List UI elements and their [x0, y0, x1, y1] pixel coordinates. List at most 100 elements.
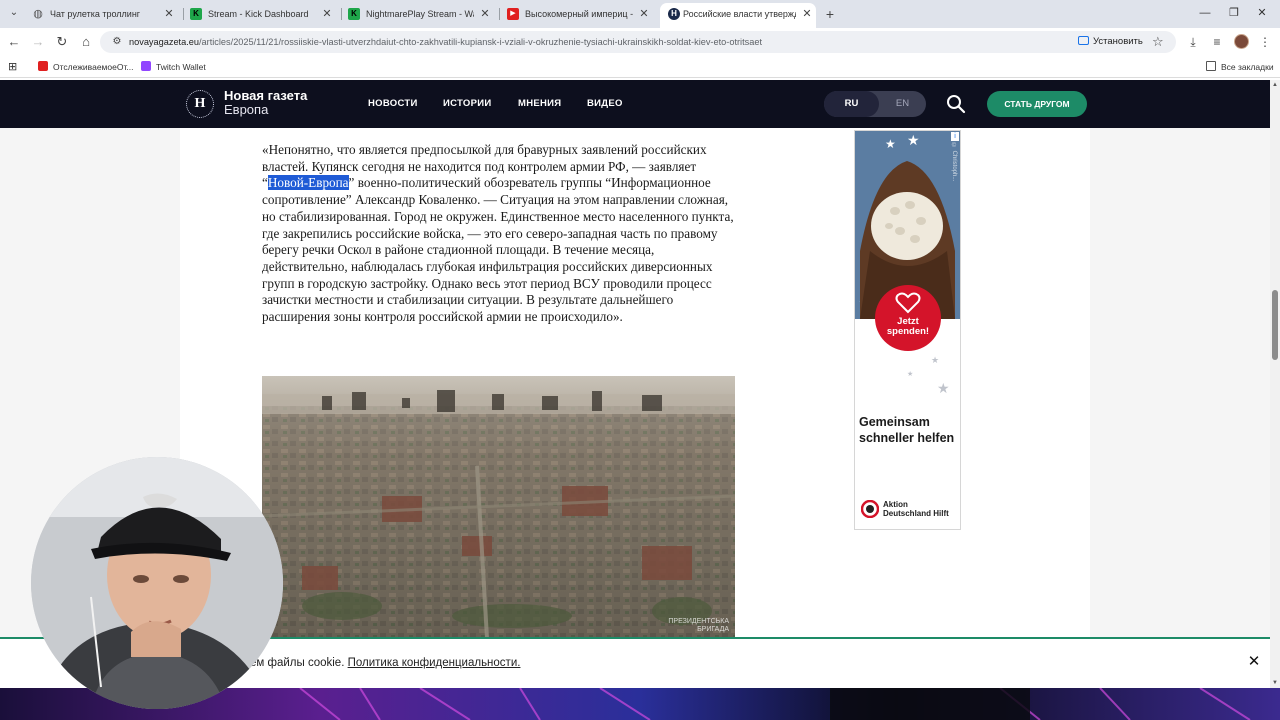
youtube-icon: ▶: [507, 8, 519, 20]
browser-tab-strip: ⌄ ◍ Чат рулетка троллинг ✕ K Stream - Ki…: [0, 0, 1280, 28]
site-info-tune-icon[interactable]: ⚙: [110, 35, 124, 49]
tab-divider: [183, 8, 184, 20]
browser-menu-kebab-icon[interactable]: ⋮: [1257, 34, 1273, 50]
kick-icon: K: [348, 8, 360, 20]
tab-title: Высокомерный империц - Сер: [525, 9, 633, 19]
heart-icon: [895, 292, 921, 314]
reload-icon[interactable]: ↻: [54, 34, 70, 50]
url-host: novayagazeta.eu: [129, 37, 199, 47]
install-label: Установить: [1093, 36, 1143, 47]
charity-advertisement[interactable]: ★ ★ ★ © Christoph... i Jetzt spenden! ★ …: [854, 130, 961, 530]
site-header: Н Новая газета Европа НОВОСТИ ИСТОРИИ МН…: [0, 80, 1270, 128]
home-icon[interactable]: ⌂: [78, 34, 94, 50]
tab-search-chevron-icon[interactable]: ⌄: [6, 5, 22, 21]
bookmarks-bar: ⊞ ОтслеживаемоеОт... Twitch Wallet Все з…: [0, 56, 1280, 78]
all-bookmarks-label: Все закладки: [1221, 62, 1274, 72]
forward-arrow-icon[interactable]: →: [30, 34, 46, 50]
url-text[interactable]: novayagazeta.eu/articles/2025/11/21/ross…: [129, 31, 1029, 53]
ad-stars-decoration: ★ ★ ★: [907, 356, 950, 397]
folder-icon: [1206, 61, 1216, 71]
svg-text:★: ★: [885, 137, 896, 151]
svg-text:★: ★: [907, 370, 913, 378]
youtube-icon: [38, 61, 48, 71]
tab-title: NightmarePlay Stream - Watch: [366, 9, 474, 19]
aerial-ruins-image: [262, 376, 735, 638]
apps-grid-icon[interactable]: ⊞: [8, 59, 17, 75]
page-scrollbar[interactable]: ▲ ▼: [1270, 80, 1280, 688]
aktion-logo-icon: [861, 500, 879, 518]
tab-close-icon[interactable]: ✕: [162, 4, 176, 24]
tab-title: Российские власти утвержда: [683, 9, 796, 19]
svg-text:★: ★: [937, 381, 950, 397]
tab-title: Stream - Kick Dashboard: [208, 9, 309, 19]
webcam-person-image: [31, 457, 283, 709]
tab-close-icon[interactable]: ✕: [478, 4, 492, 24]
cookie-text: ем файлы cookie.: [250, 657, 348, 669]
lang-en-button[interactable]: EN: [879, 91, 926, 117]
browser-tab[interactable]: K NightmarePlay Stream - Watch ✕: [348, 4, 494, 24]
cookie-close-icon[interactable]: ✕: [1246, 654, 1262, 670]
site-logo-mark[interactable]: Н: [186, 90, 214, 118]
tab-title: Чат рулетка троллинг: [50, 9, 141, 19]
photo-credit: ПРЕЗИДЕНТСЬКА БРИГАДА: [668, 618, 729, 633]
restore-icon[interactable]: ❐: [1222, 4, 1246, 22]
reading-list-icon[interactable]: ≡: [1209, 34, 1225, 50]
article-photo-destroyed-city[interactable]: ПРЕЗИДЕНТСЬКА БРИГАДА: [262, 376, 735, 638]
bookmark-item[interactable]: ОтслеживаемоеОт...: [38, 59, 134, 75]
install-monitor-icon: [1078, 36, 1089, 45]
scroll-down-arrow-icon[interactable]: ▼: [1270, 678, 1280, 688]
kick-icon: K: [190, 8, 202, 20]
tab-divider: [499, 8, 500, 20]
ad-brand-logo: Aktion Deutschland Hilft: [861, 499, 957, 519]
new-tab-plus-icon[interactable]: +: [823, 4, 837, 24]
site-logo-subtitle[interactable]: Европа: [224, 102, 268, 117]
globe-icon: ◍: [33, 8, 43, 20]
tab-close-icon[interactable]: ✕: [800, 3, 814, 25]
bookmark-label: Twitch Wallet: [156, 62, 206, 72]
search-icon[interactable]: [946, 94, 966, 114]
tab-close-icon[interactable]: ✕: [320, 4, 334, 24]
privacy-policy-link[interactable]: Политика конфиденциальности.: [348, 657, 521, 669]
lang-ru-button[interactable]: RU: [824, 91, 879, 117]
nav-video[interactable]: ВИДЕО: [587, 97, 623, 111]
install-app-button[interactable]: Установить: [1078, 34, 1143, 50]
minimize-icon[interactable]: —: [1193, 4, 1217, 22]
become-friend-button[interactable]: СТАТЬ ДРУГОМ: [987, 91, 1087, 117]
browser-tab-active[interactable]: Н Российские власти утвержда ✕: [660, 3, 816, 28]
page-margin-right: [1090, 128, 1270, 688]
svg-text:★: ★: [907, 133, 920, 149]
tab-divider: [341, 8, 342, 20]
profile-avatar[interactable]: [1234, 34, 1249, 49]
window-close-icon[interactable]: ✕: [1250, 4, 1274, 22]
download-icon[interactable]: ⤓: [1185, 34, 1201, 50]
article-paragraph: «Непонятно, что является предпосылкой дл…: [262, 142, 738, 326]
address-bar[interactable]: ⚙ novayagazeta.eu/articles/2025/11/21/ro…: [100, 31, 1176, 53]
site-logo-title[interactable]: Новая газета: [224, 88, 307, 103]
browser-toolbar: ← → ↻ ⌂ ⚙ novayagazeta.eu/articles/2025/…: [0, 28, 1280, 56]
scroll-up-arrow-icon[interactable]: ▲: [1270, 80, 1280, 90]
ad-choices-icon[interactable]: i: [951, 132, 959, 141]
language-switch: RU EN: [824, 91, 926, 117]
all-bookmarks-button[interactable]: Все закладки: [1206, 59, 1274, 75]
url-path: /articles/2025/11/21/rossiiskie-vlasti-u…: [198, 37, 763, 47]
ad-brand-line2: Deutschland Hilft: [883, 509, 949, 518]
browser-tab[interactable]: ◍ Чат рулетка троллинг ✕: [32, 4, 178, 24]
browser-tab[interactable]: K Stream - Kick Dashboard ✕: [190, 4, 336, 24]
selected-text: Новой-Европа: [267, 175, 349, 191]
ad-headline: Gemeinsam schneller helfen: [859, 415, 955, 445]
back-arrow-icon[interactable]: ←: [6, 34, 22, 50]
nav-opinions[interactable]: МНЕНИЯ: [518, 97, 561, 111]
ad-brand-name: Aktion Deutschland Hilft: [883, 500, 949, 518]
novaya-gazeta-icon: Н: [668, 8, 680, 20]
tab-close-icon[interactable]: ✕: [637, 4, 651, 24]
bookmark-item[interactable]: Twitch Wallet: [141, 59, 206, 75]
bookmark-star-icon[interactable]: ☆: [1152, 33, 1164, 51]
scrollbar-thumb[interactable]: [1272, 290, 1278, 360]
bookmark-label: ОтслеживаемоеОт...: [53, 62, 134, 72]
nav-news[interactable]: НОВОСТИ: [368, 97, 418, 111]
twitch-icon: [141, 61, 151, 71]
nav-stories[interactable]: ИСТОРИИ: [443, 97, 492, 111]
browser-tab[interactable]: ▶ Высокомерный империц - Сер ✕: [507, 4, 653, 24]
streamer-webcam-overlay: [31, 457, 283, 709]
article-text-after: ” военно-политический обозреватель групп…: [262, 175, 734, 325]
